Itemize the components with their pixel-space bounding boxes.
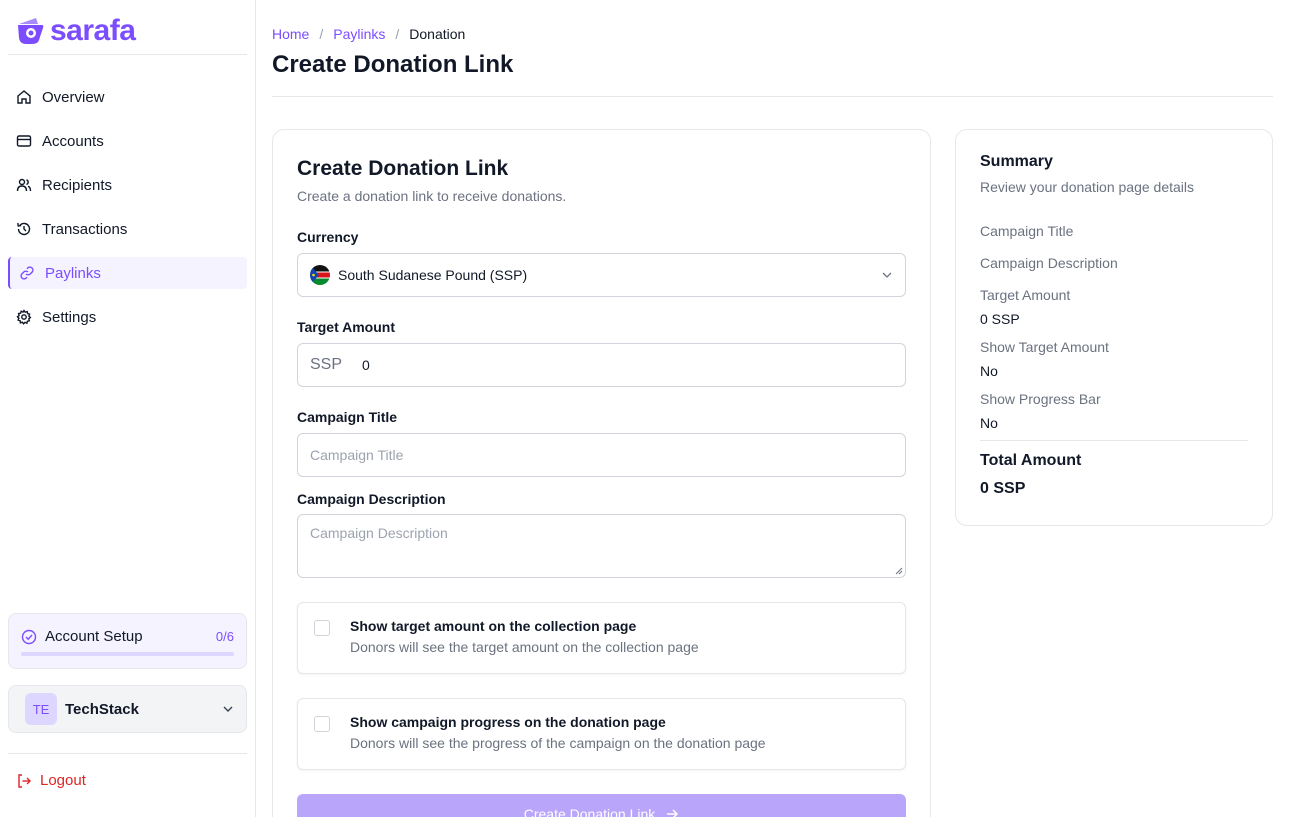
campaign-title-label: Campaign Title [297,409,398,425]
sidebar-item-label: Accounts [42,132,104,150]
resize-handle-icon[interactable] [895,567,903,575]
divider [980,440,1248,441]
check-circle-icon [21,629,37,644]
summary-show-progress-value: No [980,415,998,431]
summary-show-target-label: Show Target Amount [980,339,1109,355]
sidebar-item-settings[interactable]: Settings [8,301,247,333]
summary-target-amount-label: Target Amount [980,287,1071,303]
breadcrumb: Home / Paylinks / Donation [272,26,465,42]
sidebar-item-paylinks[interactable]: Paylinks [8,257,247,289]
create-donation-form: Create Donation Link Create a donation l… [272,129,931,817]
chevron-down-icon [882,272,892,278]
arrow-right-icon [667,809,679,817]
sidebar: sarafa Overview Accounts Recipients Tran… [0,0,256,817]
sidebar-item-recipients[interactable]: Recipients [8,169,247,201]
option-title: Show campaign progress on the donation p… [350,714,666,730]
logo-text: sarafa [50,14,136,47]
breadcrumb-paylinks[interactable]: Paylinks [333,26,385,42]
sidebar-item-label: Transactions [42,220,128,238]
form-title: Create Donation Link [297,157,509,180]
card-icon [16,135,32,147]
sidebar-item-accounts[interactable]: Accounts [8,125,247,157]
campaign-description-input[interactable]: Campaign Description [297,514,906,578]
account-setup-label: Account Setup [45,628,143,645]
sidebar-item-label: Paylinks [45,264,101,282]
target-amount-input[interactable]: SSP 0 [297,343,906,387]
option-description: Donors will see the target amount on the… [350,639,699,655]
divider [8,753,247,754]
logo[interactable]: sarafa [16,14,136,47]
breadcrumb-current: Donation [409,26,466,42]
breadcrumb-separator: / [319,26,324,42]
campaign-description-label: Campaign Description [297,491,446,507]
organization-switcher[interactable]: TE TechStack [8,685,247,733]
account-setup-card[interactable]: Account Setup 0/6 [8,613,247,669]
summary-show-progress-label: Show Progress Bar [980,391,1101,407]
form-subtitle: Create a donation link to receive donati… [297,188,567,204]
target-amount-label: Target Amount [297,319,395,335]
breadcrumb-separator: / [395,26,400,42]
summary-total-value: 0 SSP [980,480,1026,497]
account-setup-count: 0/6 [215,629,234,644]
option-description: Donors will see the progress of the camp… [350,735,766,751]
sidebar-item-label: Overview [42,88,105,106]
chevron-down-icon [223,706,233,712]
summary-campaign-title-label: Campaign Title [980,223,1074,239]
link-icon [20,266,34,280]
sidebar-item-label: Recipients [42,176,113,194]
history-icon [17,222,31,236]
summary-total-label: Total Amount [980,452,1082,469]
summary-show-target-value: No [980,363,998,379]
show-target-checkbox[interactable] [314,620,330,636]
logout-label: Logout [40,772,86,789]
currency-label: Currency [297,229,359,245]
logout-button[interactable]: Logout [16,772,86,789]
gear-icon [16,309,32,325]
divider [272,96,1273,97]
south-sudan-flag-icon [310,265,330,285]
summary-title: Summary [980,153,1053,170]
home-icon [17,90,31,104]
breadcrumb-home[interactable]: Home [272,26,309,42]
campaign-title-input[interactable]: Campaign Title [297,433,906,477]
page-title: Create Donation Link [272,51,514,78]
campaign-title-placeholder: Campaign Title [310,447,404,463]
sidebar-nav: Overview Accounts Recipients Transaction… [8,81,247,345]
currency-prefix: SSP [310,356,343,373]
summary-campaign-description-label: Campaign Description [980,255,1118,271]
target-amount-value: 0 [362,357,370,373]
campaign-description-placeholder: Campaign Description [310,525,448,541]
option-title: Show target amount on the collection pag… [350,618,637,634]
logo-icon [18,18,44,44]
account-setup-progress [21,652,234,656]
create-donation-link-button[interactable]: Create Donation Link [297,794,906,817]
show-progress-option[interactable]: Show campaign progress on the donation p… [297,698,906,770]
divider [8,54,247,55]
users-icon [16,178,32,192]
summary-target-amount-value: 0 SSP [980,311,1020,327]
button-label: Create Donation Link [523,806,656,817]
sidebar-item-overview[interactable]: Overview [8,81,247,113]
currency-select[interactable]: South Sudanese Pound (SSP) [297,253,906,297]
summary-card: Summary Review your donation page detail… [955,129,1273,526]
sidebar-item-transactions[interactable]: Transactions [8,213,247,245]
avatar: TE [25,693,57,725]
show-target-option[interactable]: Show target amount on the collection pag… [297,602,906,674]
show-progress-checkbox[interactable] [314,716,330,732]
logout-icon [18,773,31,788]
organization-name: TechStack [65,700,139,718]
sidebar-item-label: Settings [42,308,97,326]
summary-subtitle: Review your donation page details [980,179,1195,195]
currency-value: South Sudanese Pound (SSP) [338,267,528,283]
